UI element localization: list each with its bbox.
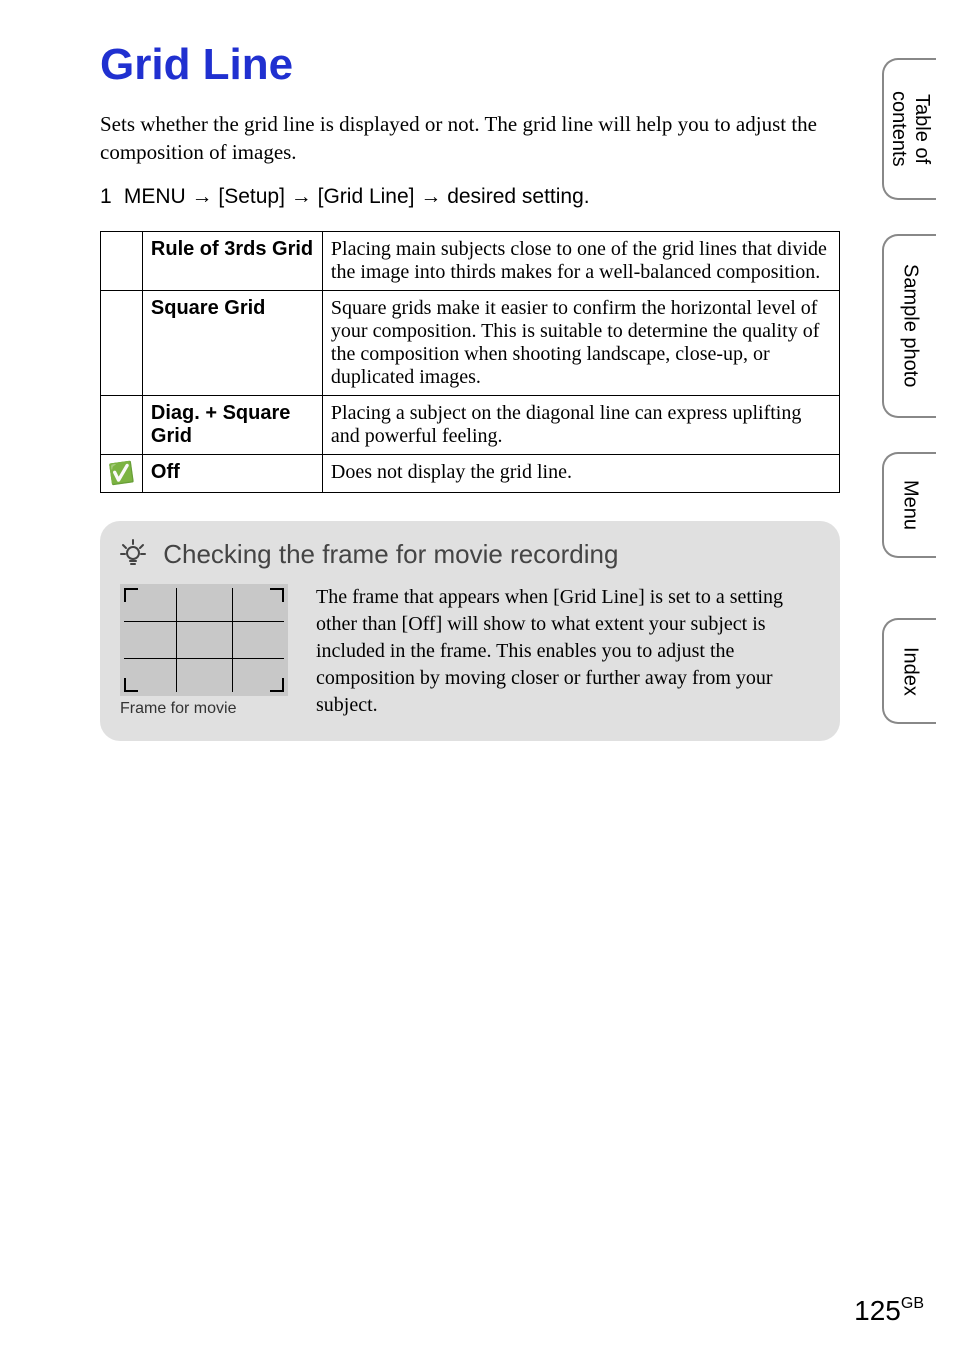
tab-label: Table of contents bbox=[887, 77, 933, 181]
tab-index[interactable]: Index bbox=[882, 618, 936, 724]
option-name: Off bbox=[142, 454, 322, 492]
option-desc: Placing a subject on the diagonal line c… bbox=[322, 395, 839, 454]
step-part: desired setting. bbox=[447, 185, 589, 208]
corner-bracket-icon bbox=[270, 678, 284, 692]
step-part: [Setup] bbox=[218, 185, 285, 208]
tab-menu[interactable]: Menu bbox=[882, 452, 936, 558]
page-number: 125GB bbox=[854, 1295, 924, 1327]
grid-line-icon bbox=[124, 658, 284, 659]
corner-bracket-icon bbox=[270, 588, 284, 602]
page-number-value: 125 bbox=[854, 1295, 901, 1326]
corner-bracket-icon bbox=[124, 588, 138, 602]
tab-label: Index bbox=[899, 633, 922, 710]
step-number: 1 bbox=[100, 185, 118, 209]
table-row: Rule of 3rds Grid Placing main subjects … bbox=[101, 231, 840, 290]
default-mark bbox=[101, 290, 143, 395]
arrow-icon: → bbox=[420, 185, 441, 208]
tip-row: Frame for movie The frame that appears w… bbox=[120, 584, 820, 719]
option-name: Rule of 3rds Grid bbox=[142, 231, 322, 290]
option-desc: Square grids make it easier to confirm t… bbox=[322, 290, 839, 395]
check-icon: ✅ bbox=[107, 459, 135, 487]
frame-caption: Frame for movie bbox=[120, 700, 288, 718]
options-table: Rule of 3rds Grid Placing main subjects … bbox=[100, 231, 840, 493]
step-part: [Grid Line] bbox=[318, 185, 415, 208]
option-name: Diag. + Square Grid bbox=[142, 395, 322, 454]
side-tabs: Table of contents Sample photo Menu Inde… bbox=[862, 58, 936, 758]
grid-line-icon bbox=[124, 621, 284, 622]
default-mark bbox=[101, 395, 143, 454]
table-row: ✅ Off Does not display the grid line. bbox=[101, 454, 840, 492]
movie-frame-diagram bbox=[120, 584, 288, 696]
grid-line-icon bbox=[232, 588, 233, 692]
default-mark: ✅ bbox=[101, 454, 143, 492]
step-part: MENU bbox=[124, 185, 186, 208]
table-row: Diag. + Square Grid Placing a subject on… bbox=[101, 395, 840, 454]
option-name: Square Grid bbox=[142, 290, 322, 395]
option-desc: Does not display the grid line. bbox=[322, 454, 839, 492]
tip-title: Checking the frame for movie recording bbox=[120, 539, 820, 573]
tip-heading-text: Checking the frame for movie recording bbox=[163, 539, 618, 569]
arrow-icon: → bbox=[291, 185, 312, 208]
arrow-icon: → bbox=[192, 185, 213, 208]
corner-bracket-icon bbox=[124, 678, 138, 692]
tip-body: The frame that appears when [Grid Line] … bbox=[316, 584, 820, 719]
menu-path-step: 1 MENU → [Setup] → [Grid Line] → desired… bbox=[100, 185, 840, 209]
frame-figure: Frame for movie bbox=[120, 584, 288, 719]
page: Grid Line Sets whether the grid line is … bbox=[0, 0, 954, 1357]
tab-label: Sample photo bbox=[899, 250, 922, 401]
grid-line-icon bbox=[176, 588, 177, 692]
tab-sample-photo[interactable]: Sample photo bbox=[882, 234, 936, 418]
table-row: Square Grid Square grids make it easier … bbox=[101, 290, 840, 395]
tab-table-of-contents[interactable]: Table of contents bbox=[882, 58, 936, 200]
lightbulb-icon bbox=[120, 539, 146, 572]
default-mark bbox=[101, 231, 143, 290]
page-number-suffix: GB bbox=[901, 1295, 924, 1312]
page-title: Grid Line bbox=[100, 40, 840, 90]
content-area: Grid Line Sets whether the grid line is … bbox=[100, 40, 840, 741]
tip-box: Checking the frame for movie recording F… bbox=[100, 521, 840, 742]
intro-text: Sets whether the grid line is displayed … bbox=[100, 110, 840, 167]
option-desc: Placing main subjects close to one of th… bbox=[322, 231, 839, 290]
tab-label: Menu bbox=[899, 466, 922, 544]
